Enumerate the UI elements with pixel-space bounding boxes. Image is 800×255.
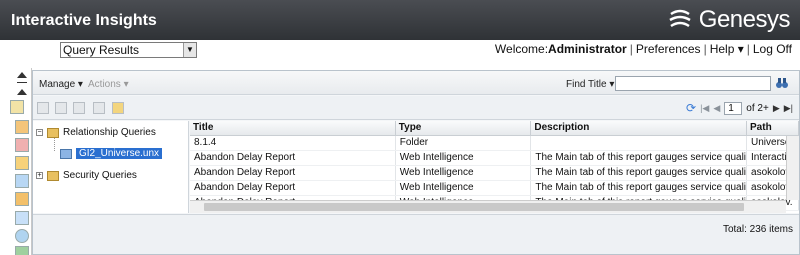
- documents-icon[interactable]: [10, 100, 24, 114]
- page-count: of 2+: [746, 102, 769, 114]
- left-rail: [0, 68, 32, 255]
- app-header: Interactive Insights Genesys: [0, 0, 800, 40]
- first-page-icon[interactable]: |◀: [700, 103, 709, 114]
- column-header-path[interactable]: Path: [746, 121, 799, 136]
- actions-menu[interactable]: Actions ▾: [88, 79, 129, 90]
- column-header-title[interactable]: Title: [190, 121, 396, 136]
- view-select-value: Query Results: [63, 43, 140, 57]
- column-header-type[interactable]: Type: [395, 121, 532, 136]
- inbox-icon[interactable]: [15, 138, 29, 152]
- table-row[interactable]: Abandon Delay ReportWeb IntelligenceThe …: [190, 165, 799, 181]
- horizontal-scrollbar[interactable]: [190, 200, 786, 213]
- personal-icon[interactable]: [15, 192, 29, 206]
- username: Administrator: [548, 42, 627, 56]
- column-header-description[interactable]: Description: [530, 121, 748, 136]
- next-page-icon[interactable]: ▶: [773, 103, 780, 114]
- properties-icon[interactable]: [37, 102, 49, 114]
- table-header-row: Title Type Description Path: [190, 121, 799, 136]
- main-toolbar: Manage ▾ Actions ▾ Find Title ▾: [33, 71, 799, 95]
- results-grid: Title Type Description Path 8.1.4 Folder U…: [190, 121, 799, 213]
- prev-page-icon[interactable]: ◀: [713, 103, 720, 114]
- logoff-link[interactable]: Log Off: [753, 42, 792, 56]
- secondary-toolbar: ⟳ |◀ ◀ 1 of 2+ ▶ ▶|: [33, 96, 799, 120]
- collapse-line-icon: [17, 82, 27, 83]
- genesys-logo: Genesys: [667, 6, 791, 33]
- search-input[interactable]: [615, 76, 771, 91]
- folder-icon: [47, 170, 59, 181]
- window-icon[interactable]: [15, 211, 29, 225]
- manage-menu[interactable]: Manage ▾: [39, 79, 83, 90]
- universe-icon[interactable]: [15, 246, 29, 255]
- refresh-query-icon[interactable]: [112, 102, 124, 114]
- folder-icon: [47, 127, 59, 138]
- categories-icon[interactable]: [15, 156, 29, 170]
- user-menu: Welcome:Administrator | Preferences | Help ▾…: [494, 42, 792, 56]
- preferences-link[interactable]: Preferences: [636, 42, 701, 56]
- find-title-menu[interactable]: Find Title ▾: [566, 79, 614, 90]
- status-bar: Total: 236 items: [33, 214, 799, 254]
- genesys-swirl-icon: [669, 9, 691, 28]
- vertical-scrollbar[interactable]: [786, 136, 799, 200]
- results-table: Title Type Description Path 8.1.4 Folder U…: [190, 121, 799, 211]
- help-menu[interactable]: Help ▾: [710, 42, 744, 56]
- welcome-label: Welcome:: [494, 42, 549, 56]
- last-page-icon[interactable]: ▶|: [784, 103, 793, 114]
- user-security-icon[interactable]: [55, 102, 67, 114]
- main-panel: Manage ▾ Actions ▾ Find Title ▾ ⟳ |◀ ◀ 1…: [32, 70, 800, 255]
- total-items: Total: 236 items: [722, 224, 793, 235]
- refresh-icon[interactable]: ⟳: [686, 101, 696, 115]
- tree-item-security-queries[interactable]: + Security Queries: [36, 170, 137, 181]
- expand-icon[interactable]: +: [36, 172, 43, 179]
- query-tree: − Relationship Queries GI2_Universe.unx …: [33, 121, 189, 213]
- table-row[interactable]: Abandon Delay ReportWeb IntelligenceThe …: [190, 150, 799, 166]
- info-icon[interactable]: [15, 229, 29, 243]
- pager: ⟳ |◀ ◀ 1 of 2+ ▶ ▶|: [686, 101, 793, 115]
- expand-up-icon[interactable]: [17, 89, 27, 95]
- page-number-input[interactable]: 1: [724, 101, 743, 115]
- binoculars-icon[interactable]: [775, 77, 789, 89]
- favorites-icon[interactable]: [15, 120, 29, 134]
- chevron-down-icon[interactable]: ▼: [183, 43, 196, 57]
- logo-text: Genesys: [698, 6, 791, 33]
- tree-item-relationship-queries[interactable]: − Relationship Queries: [36, 127, 156, 138]
- view-select[interactable]: Query Results ▼: [60, 42, 197, 58]
- export-icon[interactable]: [93, 102, 105, 114]
- delete-icon[interactable]: [73, 102, 85, 114]
- app-title: Interactive Insights: [11, 12, 157, 29]
- search-folder-icon[interactable]: [15, 174, 29, 188]
- tree-item-gi2-universe[interactable]: GI2_Universe.unx: [60, 148, 163, 159]
- table-row[interactable]: 8.1.4 Folder Universes: [190, 135, 799, 151]
- universe-file-icon: [60, 148, 72, 159]
- collapse-icon[interactable]: −: [36, 129, 43, 136]
- collapse-up-icon[interactable]: [17, 72, 27, 78]
- scroll-thumb[interactable]: [204, 203, 744, 211]
- table-row[interactable]: Abandon Delay ReportWeb IntelligenceThe …: [190, 180, 799, 196]
